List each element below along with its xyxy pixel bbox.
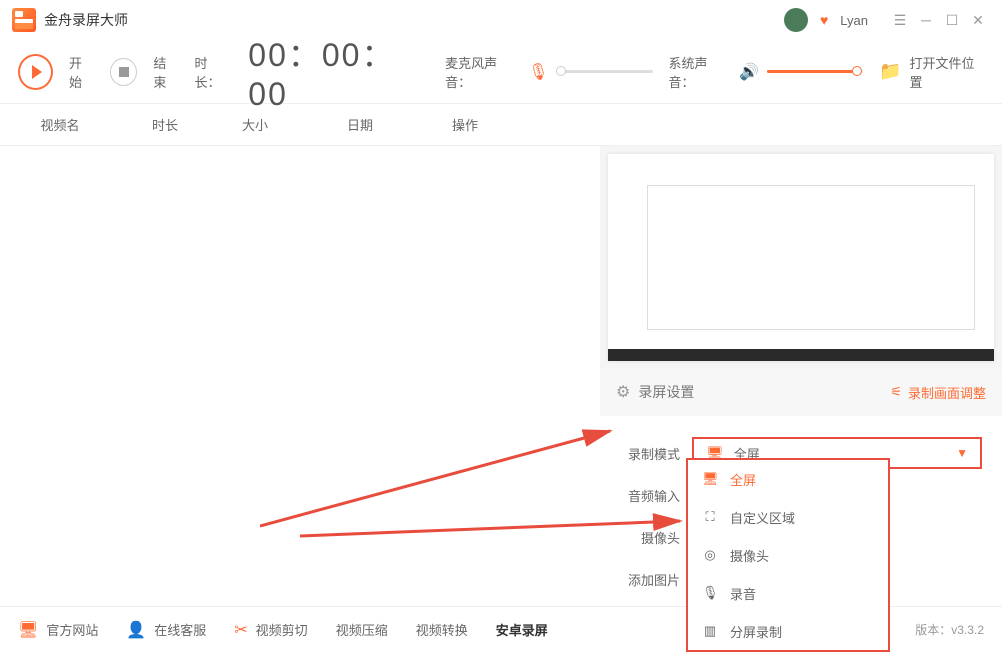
scissors-icon: ✂ xyxy=(234,620,247,640)
dropdown-item-split-screen[interactable]: ▥ 分屏录制 xyxy=(688,612,888,650)
toolbar: 开始 结束 时长： 00：00：00 麦克风声音： 🎙 系统声音： 🔊 📁 打开… xyxy=(0,40,1002,104)
th-date: 日期 xyxy=(300,115,420,134)
preview-area xyxy=(600,146,1002,369)
split-screen-icon: ▥ xyxy=(702,623,718,639)
dropdown-item-custom-area[interactable]: ⛶ 自定义区域 xyxy=(688,498,888,536)
sliders-icon: ⚟ xyxy=(890,384,902,400)
audio-label: 音频输入 xyxy=(620,486,680,505)
video-cut-link[interactable]: ✂ 视频剪切 xyxy=(234,620,307,640)
ft-label: 视频剪切 xyxy=(256,620,308,639)
heart-icon: ♥ xyxy=(820,12,828,28)
dd-label: 录音 xyxy=(730,584,756,603)
duration-timer: 00：00：00 xyxy=(248,30,429,113)
dropdown-item-audio[interactable]: 🎙 录音 xyxy=(688,574,888,612)
duration-label: 时长： xyxy=(195,53,233,91)
close-button[interactable]: ✕ xyxy=(966,8,990,32)
annotation-arrow xyxy=(260,426,620,546)
app-title: 金舟录屏大师 xyxy=(44,10,128,30)
video-list-panel xyxy=(0,146,600,616)
dd-label: 摄像头 xyxy=(730,546,769,565)
start-label: 开始 xyxy=(69,53,94,91)
headset-icon: 👤 xyxy=(126,620,146,640)
system-sound-label: 系统声音： xyxy=(669,53,731,91)
video-compress-link[interactable]: 视频压缩 xyxy=(336,620,388,639)
minimize-button[interactable]: ─ xyxy=(914,8,938,32)
adjust-label: 录制画面调整 xyxy=(908,383,986,402)
dd-label: 分屏录制 xyxy=(730,622,782,641)
th-duration: 时长 xyxy=(120,115,210,134)
monitor-icon: 🖥 xyxy=(702,471,718,487)
open-folder-button[interactable]: 📁 打开文件位置 xyxy=(879,53,984,91)
monitor-icon: 🖥 xyxy=(18,620,38,640)
maximize-button[interactable]: ☐ xyxy=(940,8,964,32)
ft-label: 视频转换 xyxy=(416,620,468,639)
microphone-icon: 🎙 xyxy=(702,585,718,601)
speaker-icon: 🔊 xyxy=(739,62,759,82)
crop-icon: ⛶ xyxy=(702,509,718,525)
ft-label: 在线客服 xyxy=(154,620,206,639)
settings-title: 录屏设置 xyxy=(638,382,694,402)
settings-header: ⚙ 录屏设置 ⚟ 录制画面调整 xyxy=(600,369,1002,416)
image-label: 添加图片 xyxy=(620,570,680,589)
online-support-link[interactable]: 👤 在线客服 xyxy=(126,620,206,640)
ft-label: 安卓录屏 xyxy=(496,620,548,639)
chevron-down-icon: ▼ xyxy=(956,446,968,460)
avatar[interactable] xyxy=(784,8,808,32)
official-website-link[interactable]: 🖥 官方网站 xyxy=(18,620,98,640)
mode-label: 录制模式 xyxy=(620,444,680,463)
mic-label: 麦克风声音： xyxy=(445,53,520,91)
video-convert-link[interactable]: 视频转换 xyxy=(416,620,468,639)
dropdown-item-camera[interactable]: ◎ 摄像头 xyxy=(688,536,888,574)
th-size: 大小 xyxy=(210,115,300,134)
titlebar: 金舟录屏大师 ♥ Lyan ☰ ─ ☐ ✕ xyxy=(0,0,1002,40)
android-record-link[interactable]: 安卓录屏 xyxy=(496,620,548,639)
folder-icon: 📁 xyxy=(879,61,901,82)
system-volume-slider[interactable] xyxy=(767,70,863,73)
stop-record-button[interactable] xyxy=(110,58,137,86)
table-header: 视频名 时长 大小 日期 操作 xyxy=(0,104,1002,146)
ft-label: 视频压缩 xyxy=(336,620,388,639)
username: Lyan xyxy=(840,13,868,28)
camera-icon: ◎ xyxy=(702,547,718,563)
app-logo-icon xyxy=(12,8,36,32)
gear-icon: ⚙ xyxy=(616,382,630,402)
open-folder-label: 打开文件位置 xyxy=(909,53,984,91)
dd-label: 全屏 xyxy=(730,470,756,489)
start-record-button[interactable] xyxy=(18,54,53,90)
dropdown-item-fullscreen[interactable]: 🖥 全屏 xyxy=(688,460,888,498)
version-text: 版本：v3.3.2 xyxy=(915,621,984,638)
mic-volume-slider[interactable] xyxy=(556,70,652,73)
microphone-icon: 🎙 xyxy=(528,62,548,82)
ft-label: 官方网站 xyxy=(46,620,98,639)
menu-button[interactable]: ☰ xyxy=(888,8,912,32)
camera-label: 摄像头 xyxy=(620,528,680,547)
adjust-recording-button[interactable]: ⚟ 录制画面调整 xyxy=(890,383,986,402)
th-name: 视频名 xyxy=(0,115,120,134)
stop-label: 结束 xyxy=(153,53,178,91)
record-mode-dropdown: 🖥 全屏 ⛶ 自定义区域 ◎ 摄像头 🎙 录音 ▥ 分屏录制 xyxy=(686,458,890,652)
th-operation: 操作 xyxy=(420,115,510,134)
dd-label: 自定义区域 xyxy=(730,508,795,527)
